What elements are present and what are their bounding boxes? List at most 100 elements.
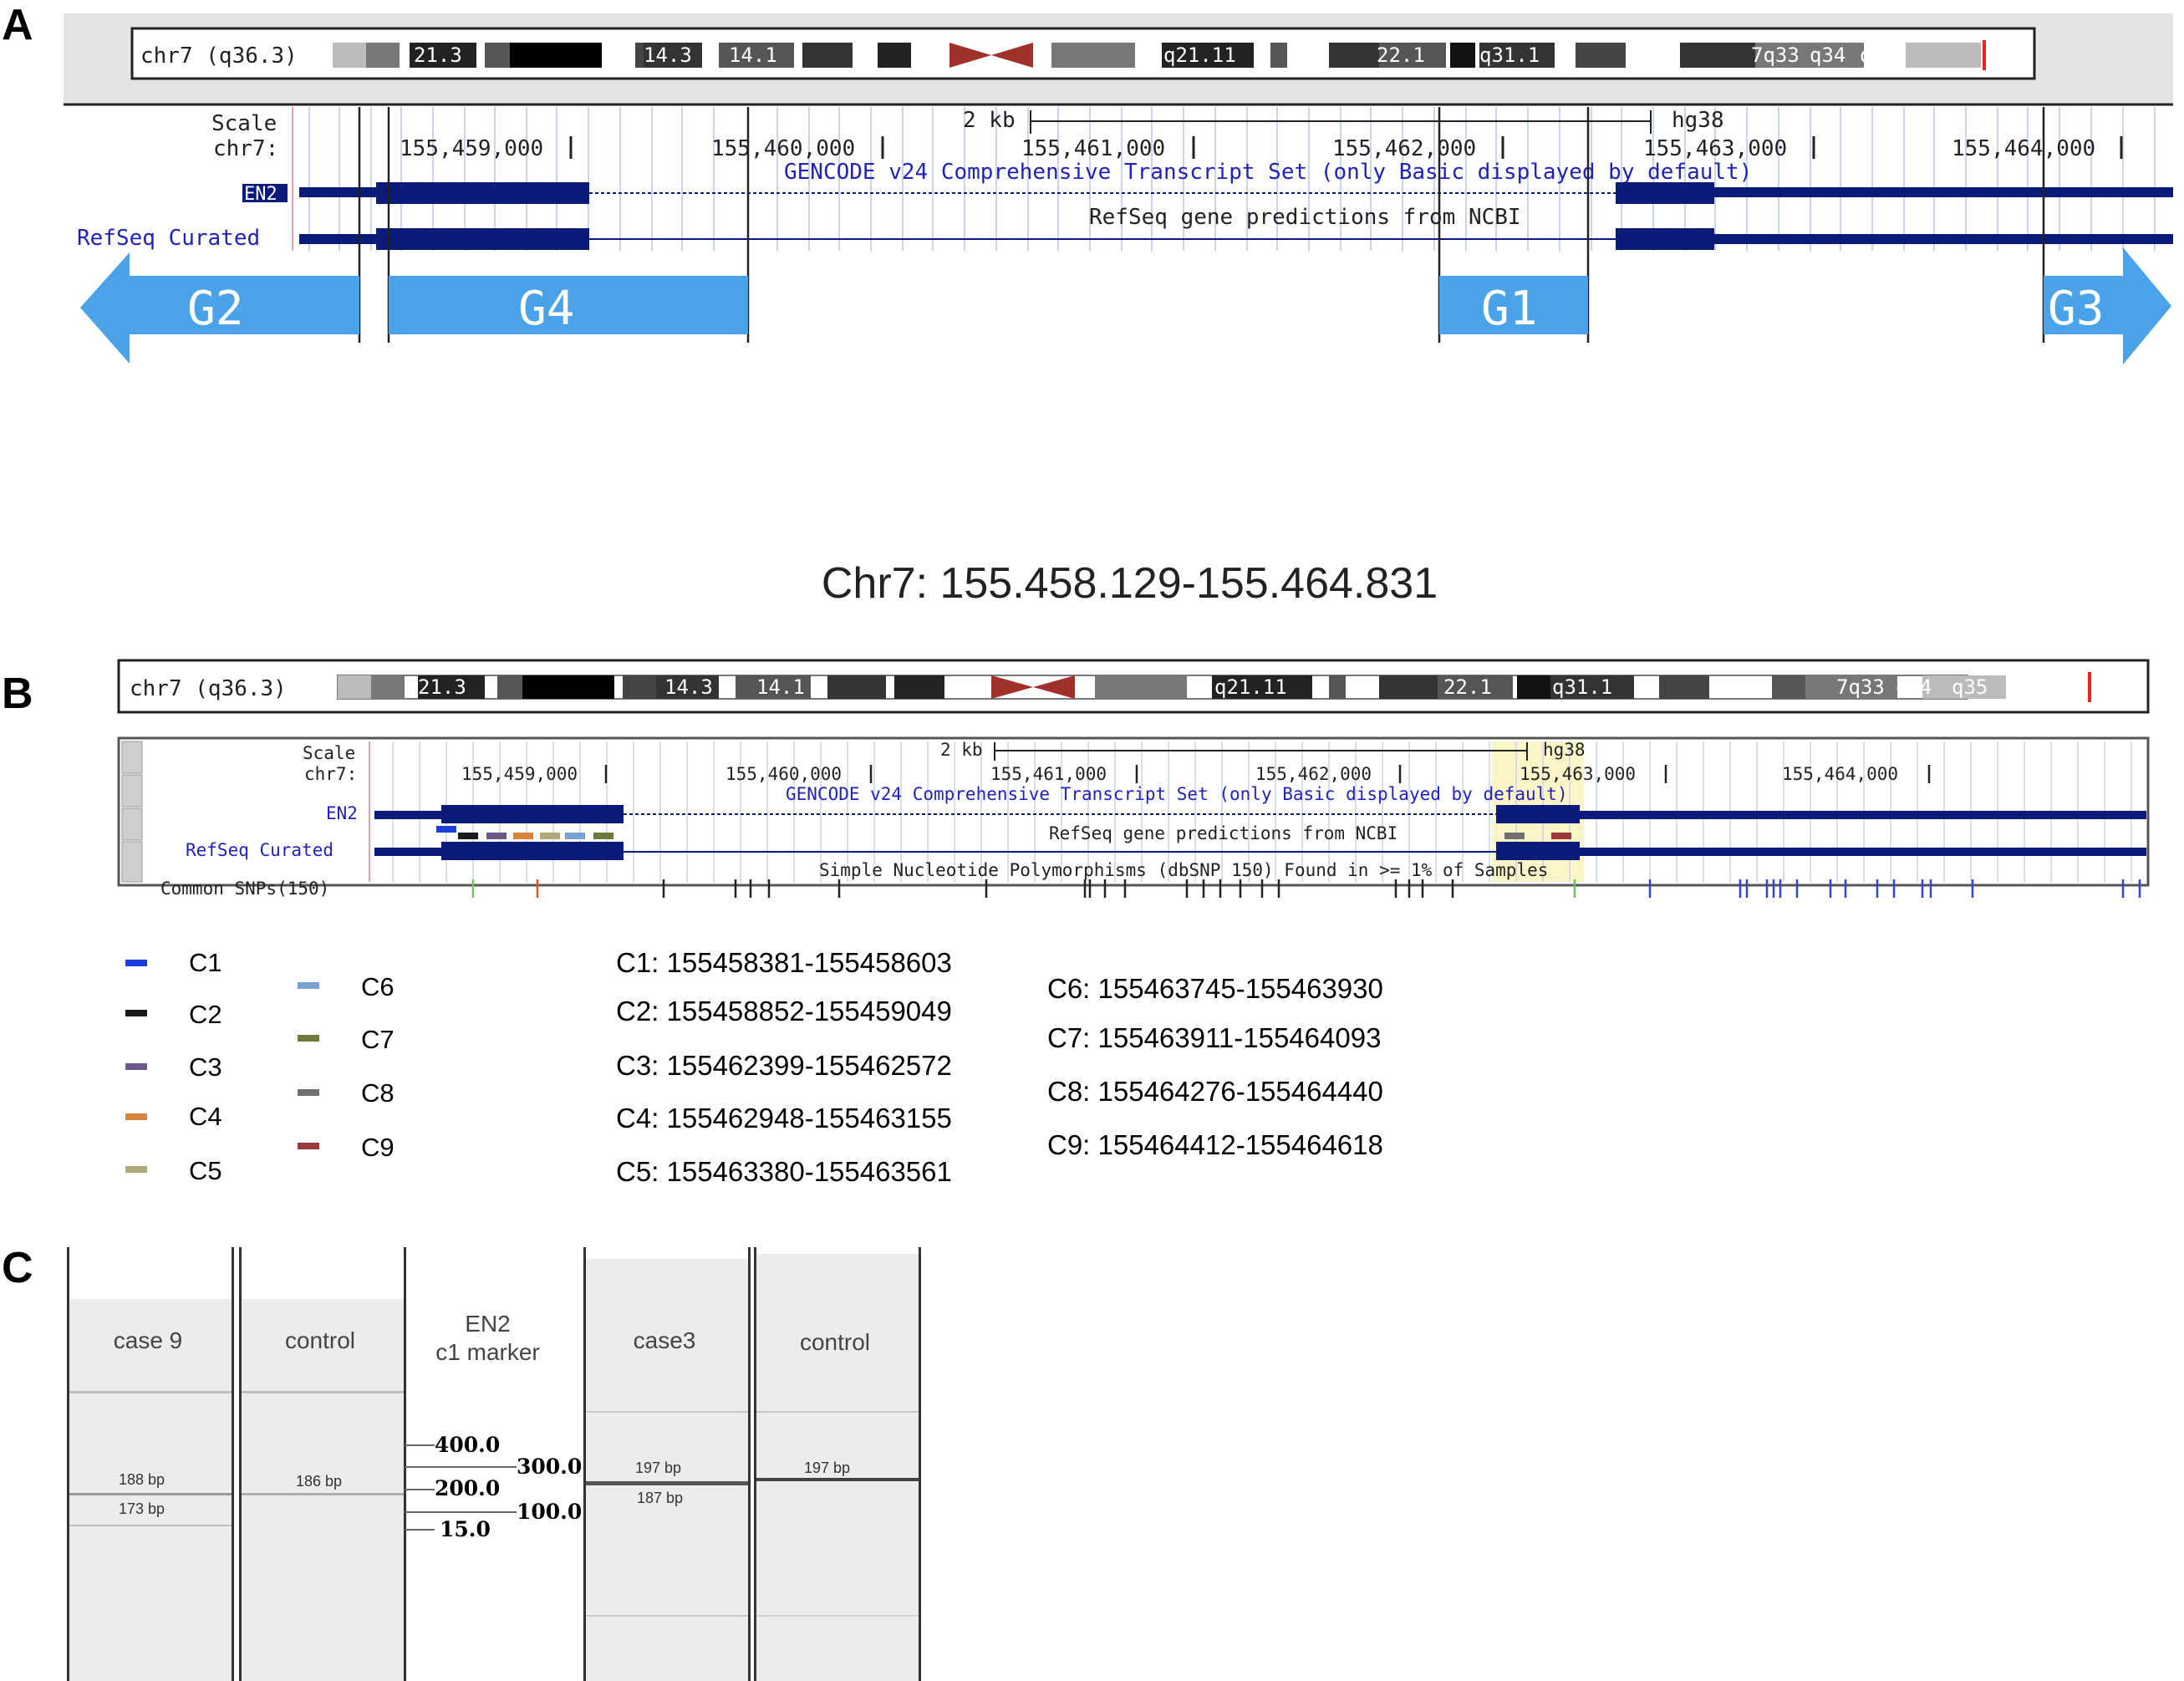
marker-label-15: 15.0 <box>440 1517 491 1541</box>
svg-text:14.3: 14.3 <box>664 675 713 699</box>
coord-c6: C6: 155463745-155463930 <box>1047 973 1383 1004</box>
legend-swatch-c5 <box>125 1166 147 1173</box>
band-label-186: 186 bp <box>296 1473 343 1490</box>
svg-text:155,461,000: 155,461,000 <box>1021 136 1165 161</box>
guide-g2-label: G2 <box>187 282 243 336</box>
chr-label-b: chr7: <box>304 764 357 784</box>
gel-lane-case9 <box>67 1247 234 1681</box>
svg-text:155,461,000: 155,461,000 <box>990 764 1107 784</box>
marker-label-400: 400.0 <box>435 1433 501 1457</box>
coord-c9: C9: 155464412-155464618 <box>1047 1129 1383 1160</box>
guide-g1-label: G1 <box>1481 282 1537 336</box>
snp-text-b: Simple Nucleotide Polymorphisms (dbSNP 1… <box>819 860 1548 880</box>
scale-label-b: Scale <box>303 743 355 763</box>
ideogram-chrom-label-a: chr7 (q36.3) <box>140 43 298 69</box>
gel-lane-label-case9: case 9 <box>113 1327 183 1353</box>
svg-text:22.1: 22.1 <box>1377 43 1425 67</box>
band-label-197b: 197 bp <box>804 1459 851 1476</box>
svg-text:q31.1: q31.1 <box>1479 43 1540 67</box>
legend-swatch-c7 <box>298 1035 319 1042</box>
legend-label-c2: C2 <box>189 1000 222 1029</box>
legend-swatch-c4 <box>125 1113 147 1120</box>
legend-label-c6: C6 <box>361 972 395 1001</box>
marker-title-line1: EN2 <box>465 1311 511 1337</box>
svg-text:21.3: 21.3 <box>414 43 462 67</box>
guide-g3-label: G3 <box>2048 282 2104 336</box>
band-label-187: 187 bp <box>637 1490 684 1506</box>
coord-c4: C4: 155462948-155463155 <box>616 1103 952 1133</box>
en2-gene-a <box>299 182 2173 204</box>
svg-text:155,459,000: 155,459,000 <box>461 764 578 784</box>
panel-c-letter: C <box>2 1244 33 1292</box>
svg-text:14.1: 14.1 <box>756 675 805 699</box>
band-label-197a: 197 bp <box>635 1459 682 1476</box>
svg-text:155,462,000: 155,462,000 <box>1255 764 1372 784</box>
band-label-173: 173 bp <box>119 1500 165 1517</box>
refseq-text-b: RefSeq gene predictions from NCBI <box>1049 823 1397 843</box>
refseq-label-b: RefSeq Curated <box>186 840 333 860</box>
coord-c2: C2: 155458852-155459049 <box>616 996 952 1026</box>
ideogram-chrom-label-b: chr7 (q36.3) <box>130 676 287 701</box>
legend-label-c7: C7 <box>361 1025 395 1054</box>
marker-label-300: 300.0 <box>517 1454 583 1479</box>
gencode-text-a: GENCODE v24 Comprehensive Transcript Set… <box>784 160 1752 185</box>
legend-label-c3: C3 <box>189 1052 222 1082</box>
marker-label-200: 200.0 <box>435 1476 501 1500</box>
legend-swatch-c6 <box>298 982 319 989</box>
refseq-text-a: RefSeq gene predictions from NCBI <box>1089 205 1521 230</box>
scale-label-a: Scale <box>211 111 277 136</box>
svg-text:q21.11: q21.11 <box>1163 43 1236 67</box>
gencode-text-b: GENCODE v24 Comprehensive Transcript Set… <box>786 784 1568 804</box>
panel-b-browser: chr7 (q36.3) 21.3 14.3 14.1 q21.11 22.1 … <box>117 659 2150 899</box>
panel-a-browser: chr7 (q36.3) 21.3 14.3 14.1 q21.11 22.1 <box>64 27 2173 364</box>
legend-swatch-c9 <box>298 1143 319 1149</box>
gel-lane-label-case3: case3 <box>633 1327 696 1353</box>
svg-text:155,463,000: 155,463,000 <box>1520 764 1636 784</box>
svg-text:155,460,000: 155,460,000 <box>711 136 855 161</box>
svg-text:q34: q34 <box>1810 43 1845 67</box>
chr-label-a: chr7: <box>213 136 278 161</box>
assembly-b: hg38 <box>1543 740 1586 760</box>
svg-text:q34: q34 <box>1896 675 1932 699</box>
en2-label-b: EN2 <box>326 803 358 823</box>
svg-text:21.3: 21.3 <box>418 675 466 699</box>
band-label-188: 188 bp <box>119 1471 165 1488</box>
svg-text:155,460,000: 155,460,000 <box>725 764 842 784</box>
svg-text:155,464,000: 155,464,000 <box>1782 764 1898 784</box>
coord-c3: C3: 155462399-155462572 <box>616 1050 952 1081</box>
svg-text:22.1: 22.1 <box>1443 675 1492 699</box>
legend-label-c5: C5 <box>189 1156 222 1185</box>
svg-text:q35: q35 <box>1860 43 1896 67</box>
snp-label-b: Common SNPs(150) <box>160 879 329 899</box>
legend-label-c9: C9 <box>361 1133 395 1162</box>
legend-label-c1: C1 <box>189 948 222 977</box>
marker-tick-15 <box>405 1529 435 1531</box>
svg-text:155,463,000: 155,463,000 <box>1643 136 1787 161</box>
scale-value-b: 2 kb <box>940 740 983 760</box>
svg-text:7q33: 7q33 <box>1751 43 1800 67</box>
refseq-label-a: RefSeq Curated <box>77 226 260 251</box>
legend-label-c4: C4 <box>189 1102 222 1131</box>
guide-g4-label: G4 <box>518 282 574 336</box>
marker-tick-300 <box>405 1466 517 1468</box>
marker-label-100: 100.0 <box>517 1500 583 1524</box>
coord-c5: C5: 155463380-155463561 <box>616 1156 952 1187</box>
marker-tick-400 <box>405 1444 435 1446</box>
region-title: Chr7: 155.458.129-155.464.831 <box>821 559 1438 608</box>
svg-text:q35: q35 <box>1952 675 1988 699</box>
scale-value-a: 2 kb <box>963 108 1016 133</box>
legend-swatch-c8 <box>298 1089 319 1096</box>
svg-text:q31.1: q31.1 <box>1552 675 1612 699</box>
gel-lane-label-control-2: control <box>799 1329 871 1355</box>
coord-c7: C7: 155463911-155464093 <box>1047 1022 1382 1053</box>
marker-tick-100 <box>405 1511 517 1513</box>
svg-text:14.1: 14.1 <box>729 43 777 67</box>
legend-swatch-c3 <box>125 1063 147 1070</box>
refseq-gene-a <box>299 228 2173 250</box>
svg-text:155,459,000: 155,459,000 <box>400 136 543 161</box>
legend-label-c8: C8 <box>361 1078 395 1108</box>
svg-text:7q33: 7q33 <box>1836 675 1885 699</box>
svg-text:14.3: 14.3 <box>644 43 692 67</box>
legend-swatch-c2 <box>125 1010 147 1016</box>
svg-text:q21.11: q21.11 <box>1214 675 1287 699</box>
